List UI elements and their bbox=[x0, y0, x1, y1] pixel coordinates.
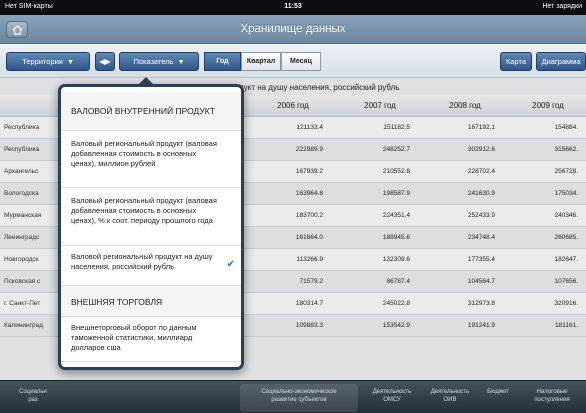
status-bar: Нет SIM-карты 11:53 Нет зарядки bbox=[0, 0, 586, 15]
list-item-label: Внешнеторговый оборот по данным таможенн… bbox=[71, 323, 197, 352]
tab-quarter[interactable]: Квартал bbox=[241, 52, 281, 71]
list-item-label: Валовый региональный продукт (валовая до… bbox=[71, 196, 217, 225]
list-item[interactable]: Внешнеторговый оборот по данным таможенн… bbox=[61, 317, 241, 362]
left-right-arrows-icon: ◀▶ bbox=[99, 57, 111, 66]
indicator-list[interactable]: ВАЛОВОЙ ВНУТРЕННИЙ ПРОДУКТ Валовый регион… bbox=[61, 87, 241, 367]
list-item[interactable]: Валовый региональный продукт (валовая до… bbox=[61, 131, 241, 188]
map-button[interactable]: Карта bbox=[500, 52, 532, 71]
diagram-button[interactable]: Диаграмма bbox=[536, 52, 586, 71]
clock: 11:53 bbox=[284, 3, 302, 10]
chevron-down-icon: ▼ bbox=[67, 59, 74, 66]
prev-next-arrows-button[interactable]: ◀▶ bbox=[95, 52, 115, 71]
list-section-header: ВАЛОВОЙ ВНУТРЕННИЙ ПРОДУКТ bbox=[61, 91, 241, 131]
tab-year[interactable]: Год bbox=[204, 52, 241, 71]
list-item[interactable]: Внешнеторговый оборот по данным таможенн… bbox=[61, 362, 241, 367]
popover-arrow bbox=[138, 77, 154, 85]
list-section-header: ВНЕШНЯЯ ТОРГОВЛЯ bbox=[61, 286, 241, 317]
toolbar: Территории ▼ ◀▶ Показатель ▼ Год Квартал М… bbox=[0, 44, 586, 78]
chevron-down-icon: ▼ bbox=[177, 59, 185, 66]
list-item-label: Валовой региональный продукт на душу нас… bbox=[71, 252, 213, 271]
app-title: Хранилище данных bbox=[240, 23, 346, 35]
indicator-button[interactable]: Показатель ▼ bbox=[119, 52, 199, 71]
list-item-label: ВНЕШНЯЯ ТОРГОВЛЯ bbox=[71, 296, 163, 307]
list-item[interactable]: Валовой региональный продукт на душу нас… bbox=[61, 246, 241, 286]
battery-status: Нет зарядки bbox=[542, 3, 582, 10]
list-item-label: Валовый региональный продукт (валовая до… bbox=[71, 139, 217, 168]
checkmark-icon: ✔ bbox=[226, 259, 235, 270]
tab-month[interactable]: Месяц bbox=[281, 52, 321, 71]
list-item[interactable]: Валовый региональный продукт (валовая до… bbox=[61, 188, 241, 246]
title-bar: Хранилище данных bbox=[0, 15, 586, 44]
list-item-label: ВАЛОВОЙ ВНУТРЕННИЙ ПРОДУКТ bbox=[71, 106, 215, 116]
indicator-popover: ВАЛОВОЙ ВНУТРЕННИЙ ПРОДУКТ Валовый регион… bbox=[58, 77, 244, 370]
territories-button[interactable]: Территории ▼ bbox=[6, 52, 90, 71]
indicator-label: Показатель bbox=[133, 57, 174, 66]
territories-label: Территории bbox=[22, 57, 63, 66]
